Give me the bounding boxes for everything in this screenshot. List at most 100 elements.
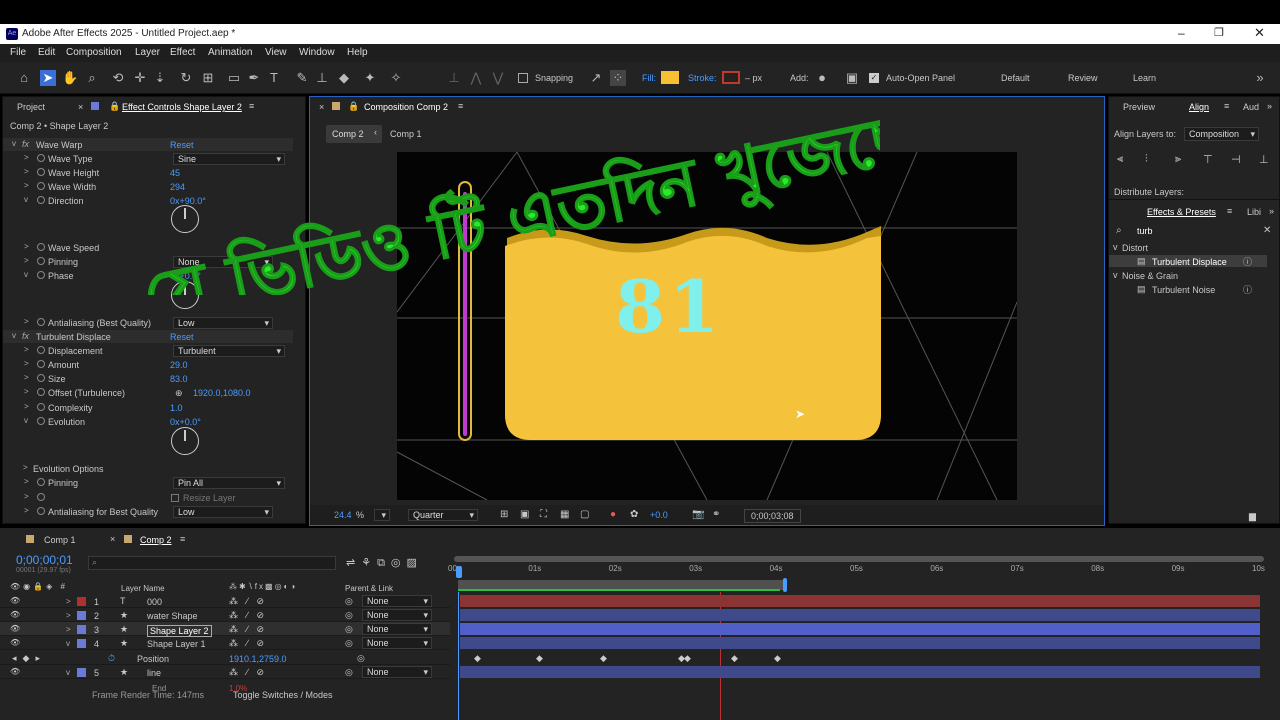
toggle-icon[interactable]: ▣ — [520, 509, 529, 520]
align-top-icon[interactable]: ⊤ — [1203, 153, 1213, 166]
axis3-icon[interactable]: ⋁ — [490, 70, 506, 86]
stopwatch-icon[interactable] — [37, 388, 45, 396]
effects-menu-icon[interactable]: ≡ — [1227, 206, 1232, 216]
layer-duration-bar[interactable] — [460, 637, 1260, 649]
stopwatch-icon[interactable] — [37, 360, 45, 368]
info-icon-2[interactable]: ⓘ — [1243, 283, 1252, 296]
keyframe-diamond[interactable]: ◆ — [731, 653, 738, 664]
comp-lock-icon[interactable]: 🔒 — [348, 101, 359, 112]
panel-icon[interactable]: ▣ — [844, 70, 860, 86]
timeline-switch-icons[interactable]: ⇌⚘⧉◎▨ — [346, 556, 423, 570]
fx-toggle-icon[interactable]: fx — [22, 331, 29, 341]
stopwatch-icon[interactable] — [37, 346, 45, 354]
maximize-icon[interactable]: ❐ — [1214, 26, 1224, 39]
position-value[interactable]: 1910.1,2759.0 — [229, 654, 287, 664]
effect-param-value[interactable]: 83.0 — [170, 374, 188, 384]
playhead[interactable] — [456, 566, 462, 578]
snapshot-icon[interactable]: 📷 — [692, 509, 704, 520]
effect-param-value[interactable]: Low — [173, 317, 273, 329]
layer-expand-icon[interactable]: > — [66, 611, 71, 620]
align-right-icon[interactable]: ⫸ — [1175, 153, 1181, 166]
zoom-tool-icon[interactable]: ⌕ — [84, 70, 100, 86]
lock-icon[interactable]: 🔒 — [109, 101, 120, 112]
layer-label-color[interactable] — [77, 625, 86, 634]
effect-param-value[interactable]: None — [173, 256, 273, 268]
comp-crumb[interactable]: Comp 1 — [390, 129, 422, 139]
pickwhip-icon[interactable]: ◎ — [345, 596, 353, 607]
auto-open-checkbox[interactable]: ✓ — [869, 73, 879, 83]
stopwatch-icon[interactable] — [37, 374, 45, 382]
stroke-px[interactable]: – px — [745, 73, 762, 83]
expand-chevron-icon[interactable]: v — [24, 195, 28, 204]
effect-param-value[interactable]: Low — [173, 506, 273, 518]
workspace-learn[interactable]: Learn — [1133, 73, 1156, 83]
new-folder-icon[interactable]: ▆ — [1249, 511, 1256, 522]
align-left-icon[interactable]: ⫷ — [1117, 153, 1123, 166]
mask-icon[interactable]: ⛶ — [540, 509, 547, 520]
stopwatch-icon[interactable] — [37, 154, 45, 162]
rotate-tool-icon[interactable]: ↻ — [178, 70, 194, 86]
axis-icon[interactable]: ⊥ — [446, 70, 462, 86]
stopwatch-icon[interactable] — [37, 417, 45, 425]
visibility-eye-icon[interactable]: 👁 — [10, 610, 20, 619]
angle-dial[interactable] — [171, 281, 199, 309]
orbit-tool-icon[interactable]: ⟲ — [110, 70, 126, 86]
tab-composition[interactable]: Composition Comp 2 — [364, 102, 448, 112]
exposure-value[interactable]: +0.0 — [650, 510, 668, 520]
expand-chevron-icon[interactable]: > — [24, 477, 29, 486]
menu-composition[interactable]: Composition — [66, 47, 122, 58]
pan-tool-icon[interactable]: ✛ — [132, 70, 148, 86]
keyframe-diamond[interactable]: ◆ — [536, 653, 543, 664]
effect-param-value[interactable]: 1920.0,1080.0 — [193, 388, 251, 398]
stopwatch-icon[interactable] — [37, 318, 45, 326]
effect-turbulent-noise[interactable]: Turbulent Noise — [1152, 285, 1215, 295]
angle-dial[interactable] — [171, 427, 199, 455]
timeline-layer-row[interactable] — [0, 651, 450, 665]
pen-tool-icon[interactable]: ✒ — [246, 70, 262, 86]
effect-param-value[interactable]: Reset — [170, 332, 194, 342]
add-icon[interactable]: ● — [814, 70, 830, 86]
home-icon[interactable]: ⌂ — [16, 70, 32, 86]
layer-name[interactable]: Position — [137, 654, 169, 664]
puppet-tool-icon[interactable]: ✧ — [388, 70, 404, 86]
align-hcenter-icon[interactable]: ⫶ — [1145, 153, 1148, 166]
tab-effect-controls[interactable]: Effect Controls Shape Layer 2 — [122, 102, 242, 112]
comp-menu-icon[interactable]: ≡ — [458, 101, 463, 111]
parent-dropdown[interactable]: None — [362, 609, 432, 621]
menu-window[interactable]: Window — [299, 47, 335, 58]
zoom-dropdown[interactable] — [374, 509, 390, 521]
expand-chevron-icon[interactable]: > — [24, 402, 29, 411]
effects-more-icon[interactable]: » — [1269, 206, 1274, 216]
expand-chevron-icon[interactable]: > — [24, 387, 29, 396]
stopwatch-icon[interactable] — [37, 243, 45, 251]
layer-duration-bar[interactable] — [460, 666, 1260, 678]
resize-layer-checkbox[interactable] — [171, 494, 179, 502]
layer-duration-bar[interactable] — [460, 609, 1260, 621]
stopwatch-icon[interactable] — [37, 478, 45, 486]
rectangle-tool-icon[interactable]: ▭ — [226, 70, 242, 86]
align-menu-icon[interactable]: ≡ — [1224, 101, 1229, 111]
stopwatch-icon[interactable] — [37, 507, 45, 515]
menu-edit[interactable]: Edit — [38, 47, 55, 58]
layer-name[interactable]: line — [147, 668, 161, 678]
keyframe-diamond[interactable]: ◆ — [684, 653, 691, 664]
expression-icon[interactable]: ◎ — [357, 653, 365, 664]
group-noise-grain[interactable]: Noise & Grain — [1122, 271, 1178, 281]
layer-name[interactable]: Shape Layer 1 — [147, 639, 206, 649]
expand-chevron-icon[interactable]: > — [24, 181, 29, 190]
expand-chevron-icon[interactable]: v — [12, 139, 16, 148]
effect-param-value[interactable]: 1.0 — [170, 403, 183, 413]
layer-expand-icon[interactable]: > — [66, 625, 71, 634]
stopwatch-icon[interactable] — [37, 257, 45, 265]
right-more-icon[interactable]: » — [1267, 101, 1272, 111]
tab-close-icon[interactable]: × — [78, 102, 83, 112]
expand-chevron-icon[interactable]: > — [24, 359, 29, 368]
close-icon[interactable]: ✕ — [1254, 25, 1265, 41]
layer-expand-icon[interactable]: v — [66, 668, 70, 677]
layer-label-color[interactable] — [77, 668, 86, 677]
toggle-switches-modes[interactable]: Toggle Switches / Modes — [233, 690, 333, 700]
stopwatch-icon[interactable] — [37, 196, 45, 204]
layer-expand-icon[interactable]: v — [66, 639, 70, 648]
expand-chevron-icon[interactable]: v — [12, 331, 16, 340]
tab-audio[interactable]: Aud — [1243, 102, 1259, 112]
